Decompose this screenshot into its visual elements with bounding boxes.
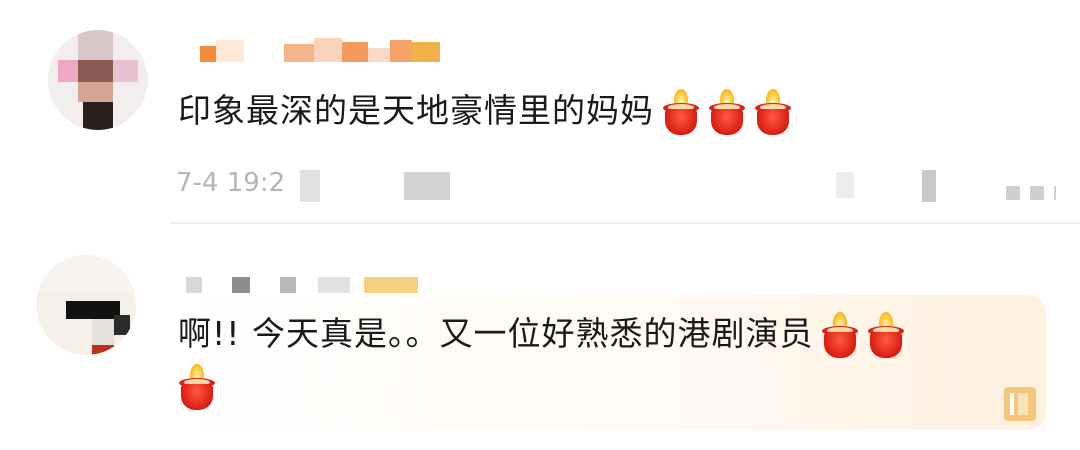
meta-blurred	[404, 172, 450, 200]
candle-emoji	[662, 88, 700, 135]
reply-icon[interactable]	[1000, 385, 1040, 423]
comment-body: 啊!! 今天真是。。又一位好熟悉的港剧演员	[178, 314, 814, 353]
like-icon-blurred[interactable]	[922, 170, 936, 202]
comment-item: 啊!! 今天真是。。又一位好熟悉的港剧演员	[0, 225, 1080, 450]
reply-count-blurred[interactable]	[836, 172, 854, 198]
username-blurred[interactable]	[200, 36, 440, 62]
username-blurred[interactable]	[186, 267, 418, 293]
candle-emoji	[754, 88, 792, 135]
avatar[interactable]	[48, 30, 148, 130]
comment-text-line2	[170, 363, 216, 410]
avatar[interactable]	[36, 255, 136, 355]
comment-text: 印象最深的是天地豪情里的妈妈	[178, 88, 792, 135]
meta-blurred	[300, 170, 320, 202]
candle-emoji	[708, 88, 746, 135]
comment-text: 啊!! 今天真是。。又一位好熟悉的港剧演员	[178, 311, 905, 358]
comment-divider	[170, 222, 1080, 224]
candle-emoji	[821, 311, 859, 358]
timestamp: 7-4 19:2	[176, 168, 286, 198]
candle-emoji	[178, 363, 216, 410]
comment-item: 印象最深的是天地豪情里的妈妈 7-4 19:2	[0, 0, 1080, 225]
comment-body: 印象最深的是天地豪情里的妈妈	[178, 91, 654, 130]
more-icon-blurred[interactable]	[1006, 186, 1056, 200]
candle-emoji	[867, 311, 905, 358]
